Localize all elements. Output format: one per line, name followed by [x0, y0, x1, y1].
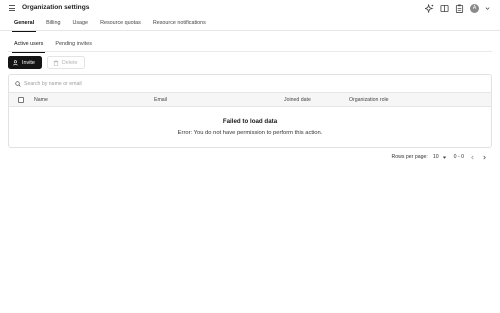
column-joined-date[interactable]: Joined date	[284, 93, 311, 107]
users-table-card: Name Email Joined date Organization role…	[8, 74, 492, 148]
invite-button-label: Invite	[22, 59, 35, 66]
clipboard-icon[interactable]	[455, 4, 464, 13]
tab-resource-quotas[interactable]: Resource quotas	[94, 18, 147, 30]
sparkle-icon[interactable]	[425, 3, 434, 13]
column-name[interactable]: Name	[34, 93, 48, 107]
search-input[interactable]	[24, 80, 224, 87]
search-icon	[15, 80, 21, 87]
tab-usage[interactable]: Usage	[66, 18, 94, 30]
rows-per-page-value: 10	[432, 154, 439, 160]
subtab-active-users[interactable]: Active users	[8, 39, 49, 53]
column-email[interactable]: Email	[154, 93, 167, 107]
menu-icon[interactable]	[7, 3, 17, 13]
action-bar: Invite Delete	[8, 56, 86, 69]
invite-button[interactable]: Invite	[8, 56, 42, 69]
error-message: Error: You do not have permission to per…	[177, 130, 323, 136]
chevron-down-icon[interactable]	[485, 4, 490, 13]
user-subtabs: Active users Pending invites	[8, 39, 98, 53]
top-bar: Organization settings A	[0, 0, 500, 16]
delete-button[interactable]: Delete	[46, 56, 86, 69]
tabs-divider	[0, 30, 500, 31]
rows-per-page-label: Rows per page:	[391, 154, 428, 160]
error-title: Failed to load data	[222, 118, 278, 125]
tab-general[interactable]: General	[8, 18, 40, 32]
next-page-icon[interactable]	[481, 154, 488, 161]
page-range: 0 - 0	[453, 154, 464, 160]
pagination: Rows per page: 10 0 - 0	[391, 152, 488, 162]
caret-down-icon	[442, 156, 446, 159]
trash-icon	[53, 59, 59, 66]
subtab-pending-invites[interactable]: Pending invites	[49, 39, 98, 51]
tab-billing[interactable]: Billing	[40, 18, 66, 30]
subtabs-divider	[8, 51, 492, 52]
table-header: Name Email Joined date Organization role	[9, 92, 491, 107]
tab-resource-notifications[interactable]: Resource notifications	[147, 18, 212, 30]
add-user-icon	[13, 59, 18, 66]
delete-button-label: Delete	[61, 59, 78, 66]
page-title: Organization settings	[22, 4, 90, 11]
select-all-checkbox[interactable]	[18, 97, 24, 103]
rows-per-page-select[interactable]: 10	[433, 154, 447, 160]
book-icon[interactable]	[440, 4, 449, 13]
prev-page-icon[interactable]	[469, 154, 476, 161]
column-organization-role[interactable]: Organization role	[349, 93, 389, 107]
avatar[interactable]: A	[470, 3, 479, 13]
settings-tabs: General Billing Usage Resource quotas Re…	[8, 18, 212, 32]
search-bar	[9, 75, 491, 92]
top-icons: A	[425, 3, 490, 13]
